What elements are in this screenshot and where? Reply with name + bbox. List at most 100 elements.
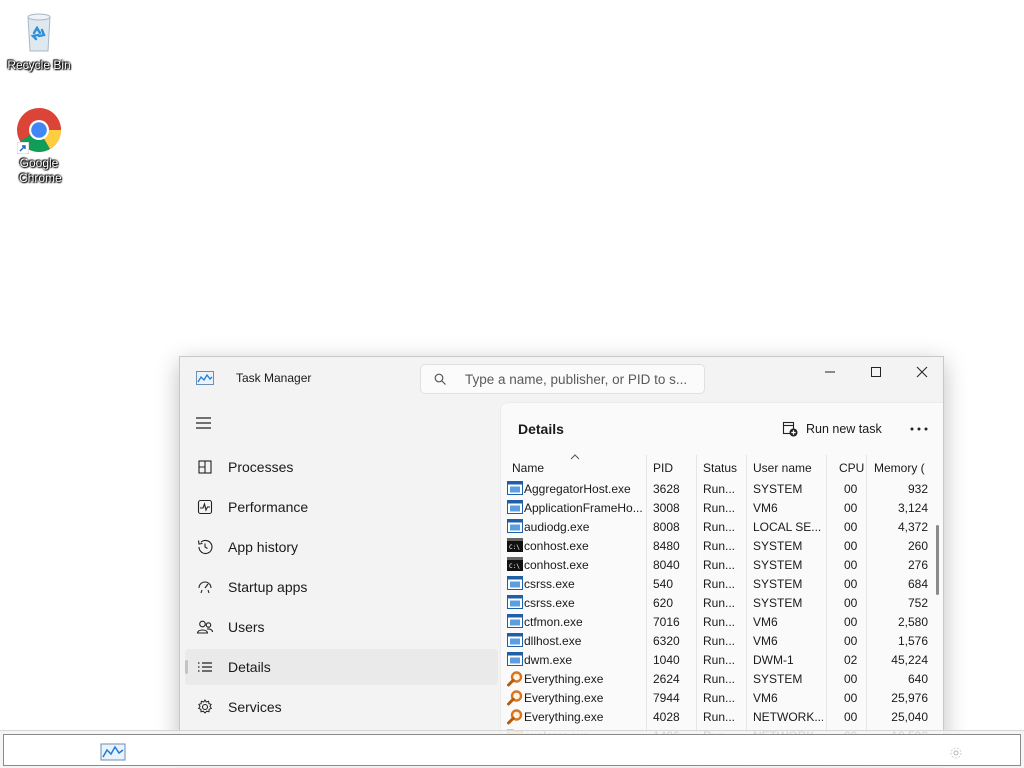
title-bar[interactable]: Task Manager bbox=[180, 357, 943, 401]
cell-name: audiodg.exe bbox=[524, 520, 590, 534]
cell-mem: 684 bbox=[907, 577, 928, 591]
cell-cpu: 02 bbox=[844, 653, 858, 667]
search-box[interactable] bbox=[420, 364, 705, 394]
cell-mem: 752 bbox=[907, 596, 928, 610]
maximize-button[interactable] bbox=[853, 357, 899, 387]
cell-mem: 4,372 bbox=[897, 520, 928, 534]
process-row[interactable]: C:\ conhost.exe 8040 Run... SYSTEM 00 276 bbox=[502, 555, 932, 574]
page-title: Details bbox=[518, 421, 564, 437]
run-new-task-button[interactable]: Run new task bbox=[782, 417, 882, 441]
column-header-name[interactable]: Name bbox=[512, 455, 544, 479]
task-manager-taskbar-button[interactable] bbox=[100, 743, 126, 761]
more-options-button[interactable] bbox=[905, 417, 933, 441]
cell-mem: 25,040 bbox=[891, 710, 928, 724]
cell-user: SYSTEM bbox=[753, 672, 803, 686]
cell-mem: 276 bbox=[907, 558, 928, 572]
process-row[interactable]: ctfmon.exe 7016 Run... VM6 00 2,580 bbox=[502, 612, 932, 631]
nav-item-services[interactable]: Services bbox=[185, 689, 498, 725]
performance-icon bbox=[196, 498, 214, 516]
cell-name: Everything.exe bbox=[524, 691, 604, 705]
nav-label-startup-apps: Startup apps bbox=[228, 579, 308, 595]
process-row[interactable]: Everything.exe 7944 Run... VM6 00 25,976 bbox=[502, 688, 932, 707]
cell-name: conhost.exe bbox=[524, 558, 589, 572]
task-manager-app-icon bbox=[196, 371, 214, 385]
nav-item-details[interactable]: Details bbox=[185, 649, 498, 685]
settings-icon[interactable] bbox=[949, 746, 963, 760]
maximize-icon bbox=[871, 367, 881, 377]
cell-name: dwm.exe bbox=[524, 653, 573, 667]
cell-user: NETWORK... bbox=[753, 710, 823, 724]
minimize-button[interactable] bbox=[807, 357, 853, 387]
cell-name: csrss.exe bbox=[524, 596, 575, 610]
cell-mem: 2,580 bbox=[897, 615, 928, 629]
run-new-task-label: Run new task bbox=[806, 422, 882, 436]
nav-item-performance[interactable]: Performance bbox=[185, 489, 498, 525]
cell-mem: 260 bbox=[907, 539, 928, 553]
process-row[interactable]: Everything.exe 4028 Run... NETWORK... 00 25,0… bbox=[502, 707, 932, 726]
cell-cpu: 00 bbox=[844, 520, 858, 534]
process-row[interactable]: csrss.exe 620 Run... SYSTEM 00 752 bbox=[502, 593, 932, 612]
cell-status: Run... bbox=[703, 691, 736, 705]
cell-cpu: 00 bbox=[844, 634, 858, 648]
process-window-icon bbox=[507, 614, 523, 628]
nav-label-details: Details bbox=[228, 659, 271, 675]
nav-item-startup-apps[interactable]: Startup apps bbox=[185, 569, 498, 605]
cell-pid: 7016 bbox=[653, 615, 680, 629]
process-window-icon bbox=[507, 519, 523, 533]
column-header-status[interactable]: Status bbox=[703, 455, 737, 479]
processes-icon bbox=[196, 458, 214, 476]
nav-label-processes: Processes bbox=[228, 459, 294, 475]
nav-item-app-history[interactable]: App history bbox=[185, 529, 498, 565]
cell-status: Run... bbox=[703, 653, 736, 667]
cell-user: SYSTEM bbox=[753, 539, 803, 553]
process-window-icon bbox=[507, 652, 523, 666]
cell-name: Everything.exe bbox=[524, 710, 604, 724]
task-manager-taskbar-icon bbox=[100, 743, 126, 761]
app-history-icon bbox=[196, 538, 214, 556]
process-row[interactable]: audiodg.exe 8008 Run... LOCAL SE... 00 4,372 bbox=[502, 517, 932, 536]
svg-text:C:\: C:\ bbox=[509, 544, 520, 551]
cell-name: csrss.exe bbox=[524, 577, 575, 591]
details-panel: Details Run new task Name PID Status Use… bbox=[500, 402, 943, 767]
process-row[interactable]: AggregatorHost.exe 3628 Run... SYSTEM 00 932 bbox=[502, 479, 932, 498]
close-button[interactable] bbox=[899, 357, 943, 387]
process-console-icon: C:\ bbox=[507, 557, 523, 571]
column-header-pid[interactable]: PID bbox=[653, 455, 673, 479]
cell-status: Run... bbox=[703, 672, 736, 686]
cell-user: VM6 bbox=[753, 691, 778, 705]
cell-cpu: 00 bbox=[844, 691, 858, 705]
cell-cpu: 00 bbox=[844, 558, 858, 572]
svg-text:C:\: C:\ bbox=[509, 563, 520, 570]
process-row[interactable]: C:\ conhost.exe 8480 Run... SYSTEM 00 260 bbox=[502, 536, 932, 555]
process-row[interactable]: dllhost.exe 6320 Run... VM6 00 1,576 bbox=[502, 631, 932, 650]
startup-apps-icon bbox=[196, 578, 214, 596]
process-row[interactable]: csrss.exe 540 Run... SYSTEM 00 684 bbox=[502, 574, 932, 593]
search-input[interactable] bbox=[465, 370, 697, 388]
column-header-user-name[interactable]: User name bbox=[753, 455, 812, 479]
process-window-icon bbox=[507, 595, 523, 609]
process-row[interactable]: dwm.exe 1040 Run... DWM-1 02 45,224 bbox=[502, 650, 932, 669]
cell-pid: 540 bbox=[653, 577, 674, 591]
process-row[interactable]: Everything.exe 2624 Run... SYSTEM 00 640 bbox=[502, 669, 932, 688]
process-search-icon bbox=[507, 690, 523, 706]
cell-cpu: 00 bbox=[844, 539, 858, 553]
desktop-icon-recycle-bin[interactable]: Recycle Bin bbox=[1, 8, 77, 73]
column-header-memory[interactable]: Memory ( bbox=[874, 455, 932, 479]
desktop-icon-google-chrome[interactable]: Google Chrome bbox=[1, 106, 77, 186]
cell-mem: 25,976 bbox=[891, 691, 928, 705]
column-header-cpu[interactable]: CPU bbox=[839, 455, 864, 479]
cell-user: SYSTEM bbox=[753, 482, 803, 496]
window-title: Task Manager bbox=[236, 371, 312, 385]
cell-name: ApplicationFrameHo... bbox=[524, 501, 643, 515]
search-icon bbox=[434, 373, 447, 386]
cell-pid: 3008 bbox=[653, 501, 680, 515]
close-icon bbox=[916, 366, 928, 378]
cell-mem: 45,224 bbox=[891, 653, 928, 667]
nav-label-performance: Performance bbox=[228, 499, 309, 515]
hamburger-menu-button[interactable] bbox=[196, 417, 212, 429]
process-row[interactable]: ApplicationFrameHo... 3008 Run... VM6 00 3,12… bbox=[502, 498, 932, 517]
nav-item-users[interactable]: Users bbox=[185, 609, 498, 645]
details-icon bbox=[196, 658, 214, 676]
nav-item-processes[interactable]: Processes bbox=[185, 449, 498, 485]
vertical-scrollbar[interactable] bbox=[936, 525, 939, 595]
